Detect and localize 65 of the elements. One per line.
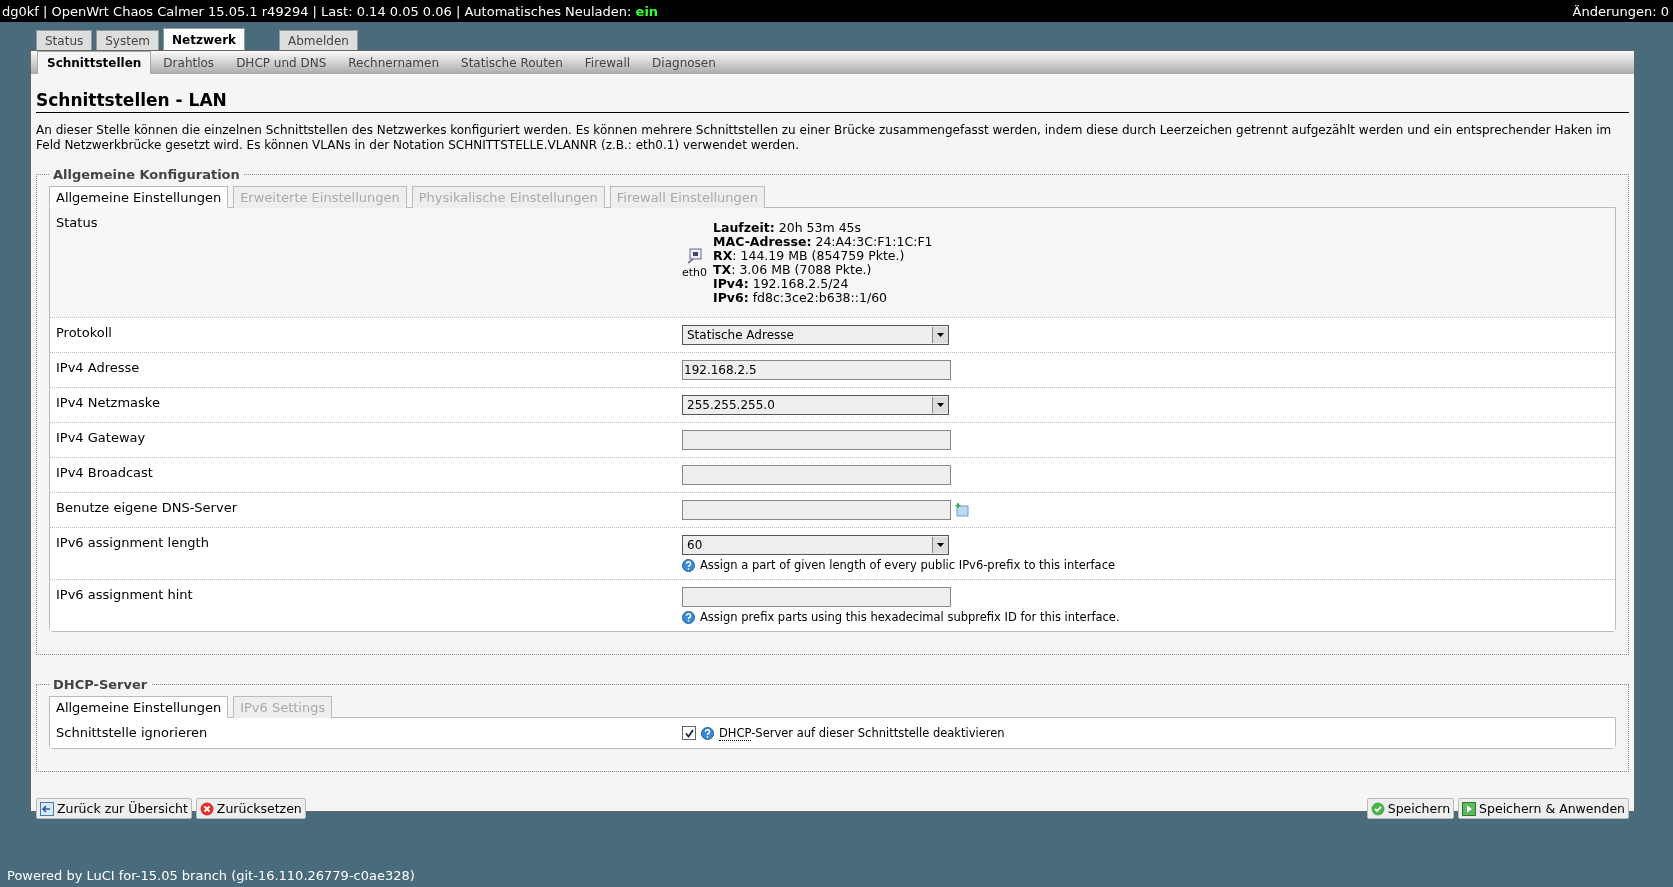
help-text: Assign a part of given length of every public IPv6-prefix to this interface bbox=[700, 558, 1116, 572]
submenu-tab[interactable]: Schnittstellen bbox=[37, 51, 152, 74]
back-button[interactable]: Zurück zur Übersicht bbox=[36, 798, 192, 819]
add-icon[interactable] bbox=[955, 503, 969, 517]
status-line: RX: 144.19 MB (854759 Pkte.) bbox=[713, 249, 906, 263]
changes-counter[interactable]: Änderungen: 0 bbox=[1572, 3, 1669, 19]
caret-icon bbox=[932, 537, 948, 553]
submenu-tab[interactable]: Statische Routen bbox=[451, 51, 573, 74]
field-label: IPv4 Netzmaske bbox=[56, 395, 161, 411]
caret-icon bbox=[932, 327, 948, 343]
logout-tab[interactable]: Abmelden bbox=[279, 30, 358, 50]
menu-tab[interactable]: Netzwerk bbox=[163, 28, 246, 50]
submenu-tab[interactable]: Rechnernamen bbox=[338, 51, 450, 74]
dropdown[interactable]: 60 bbox=[682, 535, 949, 555]
input-field[interactable] bbox=[682, 587, 951, 607]
reset-x-icon bbox=[199, 801, 214, 816]
menu-tab[interactable]: System bbox=[96, 30, 159, 50]
help-text: DHCP-Server auf dieser Schnittstelle deaktivieren bbox=[719, 726, 1005, 740]
field-label: Protokoll bbox=[56, 325, 113, 341]
submenu-tab[interactable]: Drahtlos bbox=[153, 51, 225, 74]
status-line: Laufzeit: 20h 53m 45s bbox=[713, 221, 863, 235]
page-title: Schnittstellen - LAN bbox=[36, 90, 1629, 113]
field-label: IPv6 assignment length bbox=[56, 535, 210, 551]
reset-button[interactable]: Zurücksetzen bbox=[195, 798, 306, 819]
help-text: Assign prefix parts using this hexadecimal subprefix ID for this interface. bbox=[700, 610, 1120, 624]
caret-icon bbox=[932, 397, 948, 413]
help-icon bbox=[682, 610, 695, 624]
status-line: dg0kf | OpenWrt Chaos Calmer 15.05.1 r49294 | Last: 0.14 0.05 0.06 | Automatisches Neuladen: ein bbox=[2, 3, 659, 19]
field-label: IPv6 assignment hint bbox=[56, 587, 194, 603]
submenu-tab[interactable]: Firewall bbox=[574, 51, 641, 74]
save-button[interactable]: Speichern bbox=[1366, 798, 1455, 819]
menu-tab[interactable]: Status bbox=[36, 30, 93, 50]
dropdown[interactable]: Statische Adresse bbox=[682, 325, 949, 345]
device-name: eth0 bbox=[682, 265, 708, 279]
field-label: Status bbox=[56, 215, 99, 231]
page-description: An dieser Stelle können die einzelnen Schnittstellen des Netzwerkes konfiguriert werden. Es können mehrere Schnittstellen zu einer Brücke zusammengefasst werden, indem diese durch Leerzeichen getrennt aufgezählt werden und ein entsprechender Haken im Feld Netzwerkbrücke gesetzt wird. Es können VLANs in der Notation SCHNITTSTELLE.VLANNR (z.B.: eth0.1) verwendet werden. bbox=[36, 123, 1613, 153]
status-line: IPv6: fd8c:3ce2:b638::1/60 bbox=[713, 291, 889, 305]
help-icon bbox=[701, 726, 714, 740]
section-legend: Allgemeine Konfiguration bbox=[49, 167, 244, 182]
dropdown[interactable]: 255.255.255.0 bbox=[682, 395, 949, 415]
apply-button[interactable]: Speichern & Anwenden bbox=[1458, 798, 1629, 819]
help-icon bbox=[682, 558, 695, 572]
field-label: IPv4 Adresse bbox=[56, 360, 141, 376]
play-icon bbox=[1462, 801, 1477, 816]
submenu-tab[interactable]: DHCP und DNS bbox=[226, 51, 337, 74]
input-field[interactable] bbox=[682, 500, 951, 520]
network-port-icon bbox=[686, 247, 703, 264]
status-line: TX: 3.06 MB (7088 Pkte.) bbox=[713, 263, 873, 277]
settings-tab[interactable]: Allgemeine Einstellungen bbox=[49, 696, 229, 718]
input-field[interactable] bbox=[682, 465, 951, 485]
checkbox[interactable] bbox=[682, 726, 696, 740]
checkmark-icon bbox=[1370, 801, 1385, 816]
field-label: Schnittstelle ignorieren bbox=[56, 725, 209, 741]
settings-tab[interactable]: Allgemeine Einstellungen bbox=[49, 186, 229, 208]
input-field[interactable]: 192.168.2.5 bbox=[682, 360, 951, 380]
input-field[interactable] bbox=[682, 430, 951, 450]
back-arrow-icon bbox=[40, 801, 54, 816]
status-line: IPv4: 192.168.2.5/24 bbox=[713, 277, 850, 291]
footer-text: Powered by LuCI for-15.05 branch (git-16.110.26779-c0ae328) bbox=[7, 868, 415, 883]
field-label: IPv4 Broadcast bbox=[56, 465, 154, 481]
status-line: MAC-Adresse: 24:A4:3C:F1:1C:F1 bbox=[713, 235, 933, 249]
field-label: Benutze eigene DNS-Server bbox=[56, 500, 238, 516]
submenu-tab[interactable]: Diagnosen bbox=[642, 51, 726, 74]
field-label: IPv4 Gateway bbox=[56, 430, 147, 446]
section-legend: DHCP-Server bbox=[49, 677, 152, 692]
